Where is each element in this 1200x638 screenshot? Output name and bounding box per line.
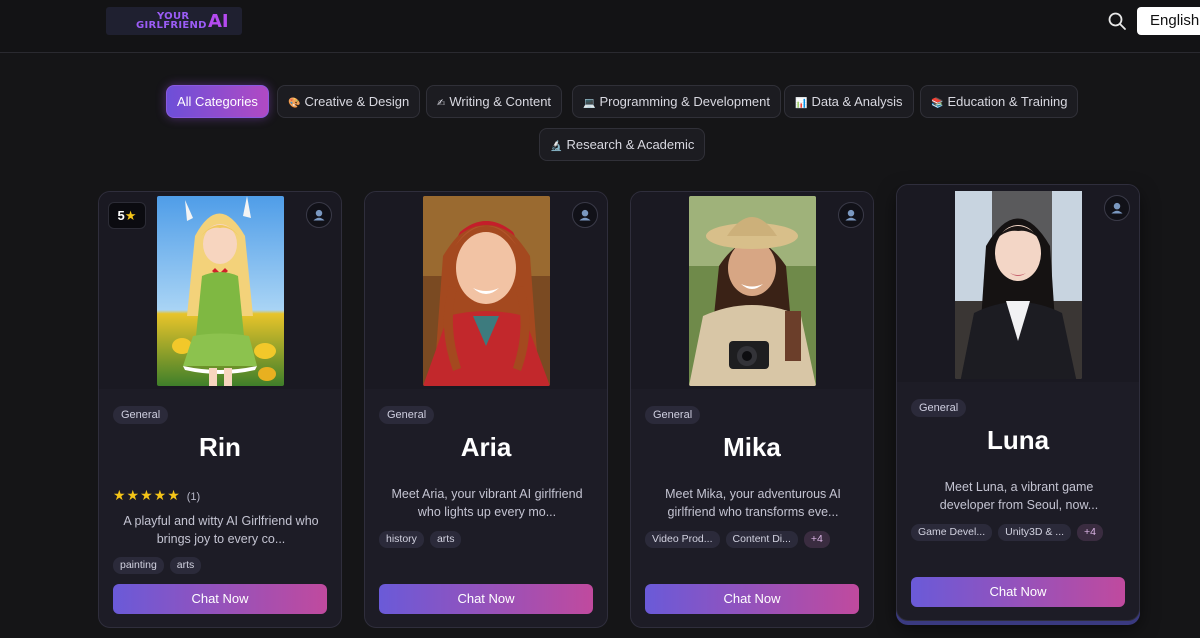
category-creative-design[interactable]: 🎨 Creative & Design	[277, 85, 421, 118]
chat-now-button[interactable]: Chat Now	[911, 577, 1125, 607]
star-rating: ★★★★★ (1)	[113, 487, 201, 503]
interest-tag: history	[379, 531, 424, 548]
language-selector[interactable]: English	[1137, 7, 1200, 35]
laptop-icon: 💻	[583, 98, 596, 109]
top-bar: YOUR GIRLFRIEND AI English	[0, 0, 1200, 53]
companion-card-aria[interactable]: General Aria Meet Aria, your vibrant AI …	[364, 191, 608, 628]
tag-list: Video Prod... Content Di... +4	[645, 531, 830, 548]
companion-photo	[157, 196, 284, 386]
companion-name: Luna	[986, 425, 1050, 455]
microscope-icon: 🔬	[550, 141, 563, 152]
companion-name: Aria	[460, 432, 512, 462]
interest-tag: Video Prod...	[645, 531, 720, 548]
companion-photo	[955, 189, 1082, 379]
rating-count: (1)	[186, 491, 201, 503]
star-icon: ★	[124, 208, 137, 223]
tag-list: history arts	[379, 531, 462, 548]
category-writing-content[interactable]: ✍ Writing & Content	[426, 85, 563, 118]
tag-list: Game Devel... Unity3D & ... +4	[911, 524, 1104, 541]
interest-tag: painting	[113, 557, 164, 574]
more-tags-badge[interactable]: +4	[1077, 524, 1104, 541]
companion-description: Meet Mika, your adventurous AI girlfrien…	[665, 487, 841, 519]
tag-list: painting arts	[113, 557, 202, 574]
companion-description: Meet Aria, your vibrant AI girlfriend wh…	[391, 487, 583, 519]
companion-name: Rin	[199, 432, 241, 462]
chat-now-button[interactable]: Chat Now	[113, 584, 327, 614]
more-tags-badge[interactable]: +4	[803, 531, 830, 548]
companion-card-mika[interactable]: General Mika Meet Mika, your adventurous…	[630, 191, 874, 628]
category-tag: General	[113, 406, 169, 424]
interest-tag: arts	[429, 531, 462, 548]
category-programming-development[interactable]: 💻 Programming & Development	[572, 85, 781, 118]
site-logo[interactable]: YOUR GIRLFRIEND AI	[106, 7, 242, 35]
user-icon[interactable]	[1104, 195, 1130, 221]
writing-hand-icon: ✍	[437, 98, 446, 109]
companion-description: A playful and witty AI Girlfriend who br…	[123, 514, 319, 546]
rating-badge: 5★	[108, 202, 146, 229]
category-tag: General	[379, 406, 435, 424]
chat-now-button[interactable]: Chat Now	[379, 584, 593, 614]
logo-ai-mark: AI	[208, 10, 229, 32]
interest-tag: Content Di...	[725, 531, 798, 548]
companion-description: Meet Luna, a vibrant game developer from…	[939, 480, 1099, 512]
chart-icon: 📊	[795, 98, 808, 109]
category-data-analysis[interactable]: 📊 Data & Analysis	[784, 85, 914, 118]
books-icon: 📚	[931, 98, 944, 109]
category-tag: General	[645, 406, 701, 424]
search-icon[interactable]	[1107, 11, 1127, 31]
palette-icon: 🎨	[288, 98, 301, 109]
companion-photo	[689, 196, 816, 386]
logo-line-2: GIRLFRIEND	[136, 20, 207, 31]
user-icon[interactable]	[572, 202, 598, 228]
companion-photo	[423, 196, 550, 386]
category-research-academic[interactable]: 🔬 Research & Academic	[539, 128, 706, 161]
user-icon[interactable]	[838, 202, 864, 228]
interest-tag: arts	[169, 557, 202, 574]
category-all[interactable]: All Categories	[166, 85, 269, 118]
interest-tag: Game Devel...	[911, 524, 993, 541]
chat-now-button[interactable]: Chat Now	[645, 584, 859, 614]
companion-card-rin[interactable]: 5★ General Rin ★★★★★ (1) A playful and wi…	[98, 191, 342, 628]
companion-name: Mika	[723, 432, 781, 462]
interest-tag: Unity3D & ...	[998, 524, 1072, 541]
category-education-training[interactable]: 📚 Education & Training	[920, 85, 1079, 118]
user-icon[interactable]	[306, 202, 332, 228]
category-tag: General	[911, 399, 967, 417]
companion-card-luna[interactable]: General Luna Meet Luna, a vibrant game d…	[896, 184, 1140, 621]
